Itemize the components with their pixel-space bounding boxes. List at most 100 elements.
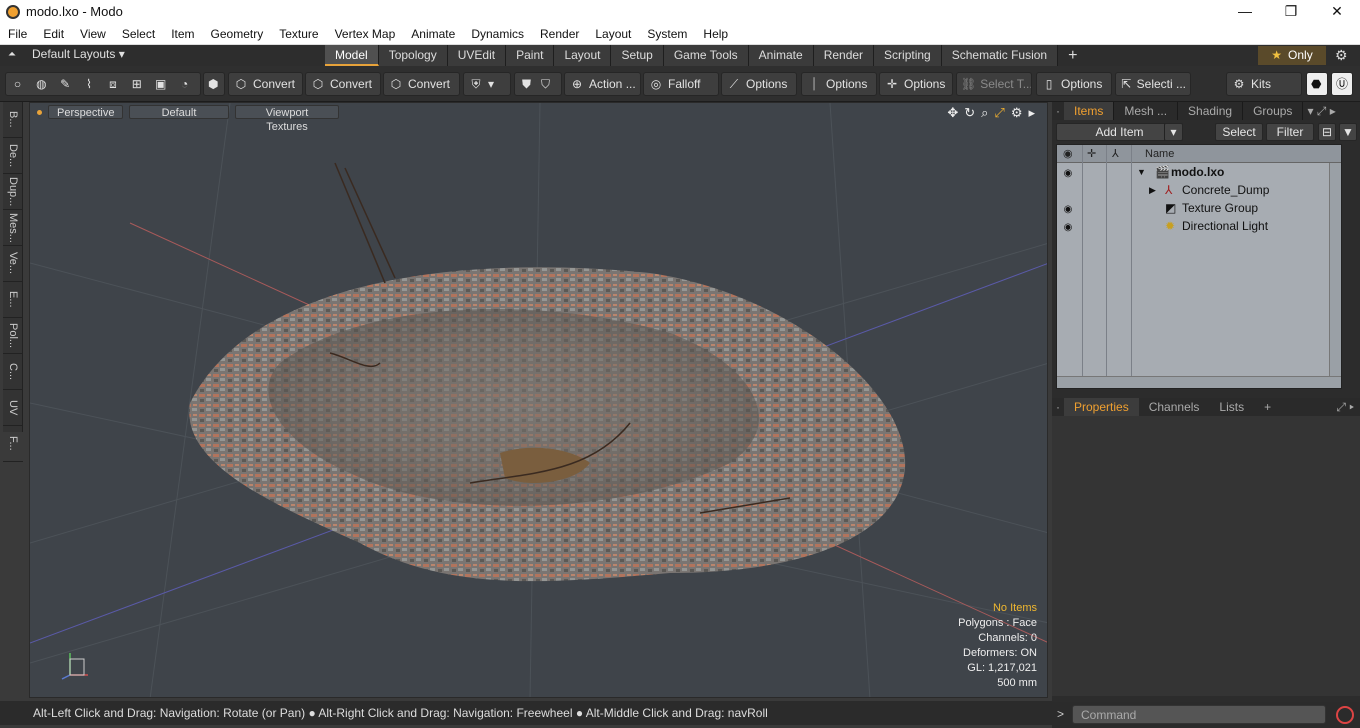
expand-arrow-icon[interactable]: ▶ bbox=[1149, 181, 1156, 199]
tab-topology[interactable]: Topology bbox=[378, 45, 448, 66]
convert-button-2[interactable]: ⬡ Convert bbox=[305, 72, 381, 96]
tab-model[interactable]: Model bbox=[325, 45, 379, 66]
item-list-tree[interactable]: ◉ ✛ ⅄ Name ◉ ▼ 🎬 modo.lxo ▶ ⅄ Concrete_D… bbox=[1056, 144, 1342, 389]
menu-animate[interactable]: Animate bbox=[403, 23, 463, 45]
tab-setup[interactable]: Setup bbox=[611, 45, 664, 66]
tab-layout[interactable]: Layout bbox=[554, 45, 612, 66]
snapping-group[interactable]: ⛊ ⛉ bbox=[514, 72, 562, 96]
left-tab-mesh[interactable]: Mes... bbox=[3, 210, 23, 246]
left-tab-polygon[interactable]: Pol... bbox=[3, 318, 23, 354]
tab-paint[interactable]: Paint bbox=[506, 45, 555, 66]
tree-row-scene[interactable]: ◉ ▼ 🎬 modo.lxo bbox=[1057, 163, 1341, 181]
lock-column-icon[interactable]: ✛ bbox=[1087, 147, 1096, 160]
menu-texture[interactable]: Texture bbox=[271, 23, 326, 45]
visibility-eye-icon[interactable]: ◉ bbox=[1061, 201, 1075, 215]
tab-scripting[interactable]: Scripting bbox=[874, 45, 942, 66]
lasso-icon[interactable]: ⌇ bbox=[82, 76, 97, 92]
material-mode-icon[interactable]: ◔ bbox=[177, 76, 192, 92]
tab-channels[interactable]: Channels bbox=[1139, 398, 1210, 416]
visibility-column-icon[interactable]: ◉ bbox=[1063, 147, 1073, 160]
left-tab-fusion[interactable]: F... bbox=[3, 426, 23, 462]
kits-button[interactable]: ⚙ Kits bbox=[1226, 72, 1302, 96]
tab-schematic-fusion[interactable]: Schematic Fusion bbox=[941, 45, 1059, 66]
tree-row-texture-group[interactable]: ◉ ◩ Texture Group bbox=[1057, 199, 1341, 217]
left-tab-duplicate[interactable]: Dup... bbox=[3, 174, 23, 210]
funnel-icon[interactable]: ▼ bbox=[1339, 123, 1357, 141]
tab-mesh[interactable]: Mesh ... bbox=[1114, 102, 1179, 120]
tab-groups[interactable]: Groups bbox=[1243, 102, 1304, 120]
layout-selector[interactable]: ⏶ Default Layouts ▾ bbox=[8, 47, 125, 61]
tab-shading[interactable]: Shading bbox=[1178, 102, 1244, 120]
options-button-3[interactable]: ✛ Options bbox=[879, 72, 953, 96]
menu-geometry[interactable]: Geometry bbox=[203, 23, 272, 45]
tab-render[interactable]: Render bbox=[813, 45, 875, 66]
add-item-dropdown-icon[interactable]: ▾ bbox=[1164, 123, 1183, 141]
add-tab-icon[interactable]: + bbox=[1058, 45, 1087, 66]
tab-animate[interactable]: Animate bbox=[748, 45, 814, 66]
item-list-vscroll[interactable] bbox=[1329, 163, 1341, 380]
fit-icon[interactable]: ⤢ bbox=[994, 105, 1004, 121]
options-button-4[interactable]: ▯ Options bbox=[1036, 72, 1112, 96]
left-tab-vertex[interactable]: Ve... bbox=[3, 246, 23, 282]
maximize-button[interactable]: ❐ bbox=[1268, 0, 1314, 23]
name-column-header[interactable]: Name bbox=[1145, 148, 1174, 160]
viewport-canvas[interactable] bbox=[30, 103, 1048, 698]
menu-system[interactable]: System bbox=[639, 23, 695, 45]
viewport-menu-dot[interactable] bbox=[37, 109, 42, 115]
expand-arrow-icon[interactable]: ▸ bbox=[1028, 105, 1035, 121]
unreal-button[interactable]: Ⓤ bbox=[1331, 72, 1353, 96]
select-through-button[interactable]: ⛓ Select T... bbox=[956, 72, 1032, 96]
minimize-button[interactable]: — bbox=[1222, 0, 1268, 23]
action-center-button[interactable]: ⊕ Action ... bbox=[564, 72, 641, 96]
menu-file[interactable]: File bbox=[0, 23, 35, 45]
menu-layout[interactable]: Layout bbox=[587, 23, 639, 45]
axis-column-icon[interactable]: ⅄ bbox=[1112, 147, 1119, 160]
cube-shade-button[interactable]: ⬢ bbox=[203, 72, 225, 96]
edge-mode-icon[interactable]: ⧈ bbox=[106, 76, 121, 92]
tab-properties[interactable]: Properties bbox=[1064, 398, 1139, 416]
menu-dynamics[interactable]: Dynamics bbox=[463, 23, 532, 45]
left-tab-basic[interactable]: B... bbox=[3, 102, 23, 138]
menu-render[interactable]: Render bbox=[532, 23, 587, 45]
options-button-1[interactable]: ⟋ Options bbox=[721, 72, 797, 96]
menu-edit[interactable]: Edit bbox=[35, 23, 72, 45]
command-input[interactable]: Command bbox=[1072, 705, 1326, 724]
settings-icon[interactable]: ⚙ bbox=[1011, 105, 1023, 121]
item-list-hscroll[interactable] bbox=[1057, 376, 1341, 388]
tab-items[interactable]: Items bbox=[1064, 102, 1115, 120]
collapse-icon[interactable]: ⊟ bbox=[1318, 123, 1336, 141]
close-button[interactable]: ✕ bbox=[1314, 0, 1360, 23]
zoom-icon[interactable]: ⌕ bbox=[981, 105, 988, 121]
record-icon[interactable] bbox=[1336, 706, 1354, 724]
tree-row-concrete-dump[interactable]: ▶ ⅄ Concrete_Dump bbox=[1057, 181, 1341, 199]
unity-button[interactable]: ⬣ bbox=[1306, 72, 1328, 96]
tab-uvedit[interactable]: UVEdit bbox=[447, 45, 507, 66]
convert-button-3[interactable]: ⬡ Convert bbox=[383, 72, 460, 96]
menu-item[interactable]: Item bbox=[163, 23, 202, 45]
visibility-eye-icon[interactable]: ◉ bbox=[1061, 165, 1075, 179]
shield-dropdown[interactable]: ⛨ ▾ bbox=[463, 72, 511, 96]
panel-expand-icon[interactable]: ⤢ ▸ bbox=[1330, 398, 1360, 416]
falloff-button[interactable]: ◎ Falloff bbox=[643, 72, 719, 96]
selection-sets-button[interactable]: ⇱ Selecti ... bbox=[1115, 72, 1191, 96]
rotate-icon[interactable]: ↻ bbox=[964, 105, 975, 121]
polygon-mode-icon[interactable]: ⊞ bbox=[129, 76, 144, 92]
panel-dot-icon[interactable]: · bbox=[1052, 102, 1064, 120]
left-tab-uv[interactable]: UV bbox=[3, 390, 23, 426]
view-type-dropdown[interactable]: Perspective bbox=[48, 105, 123, 119]
add-panel-tab-icon[interactable]: + bbox=[1254, 398, 1281, 416]
visibility-eye-icon[interactable]: ◉ bbox=[1061, 219, 1075, 233]
viewport-textures-dropdown[interactable]: Viewport Textures bbox=[235, 105, 339, 133]
collapse-arrow-icon[interactable]: ⏶ bbox=[8, 49, 16, 60]
pan-icon[interactable]: ✥ bbox=[947, 105, 958, 121]
left-tab-curve[interactable]: C... bbox=[3, 354, 23, 390]
panel-chevron-icon[interactable]: ▾ ⤢ ▸ bbox=[1303, 102, 1339, 120]
tab-lists[interactable]: Lists bbox=[1209, 398, 1254, 416]
left-tab-edge[interactable]: E... bbox=[3, 282, 23, 318]
convert-button-1[interactable]: ⬡ Convert bbox=[228, 72, 303, 96]
vertex-mode-icon[interactable]: ○ bbox=[10, 76, 25, 92]
tree-row-directional-light[interactable]: ◉ ✹ Directional Light bbox=[1057, 217, 1341, 235]
shading-dropdown[interactable]: Default bbox=[129, 105, 229, 119]
globe-icon[interactable]: ◍ bbox=[34, 76, 49, 92]
menu-vertex-map[interactable]: Vertex Map bbox=[327, 23, 404, 45]
